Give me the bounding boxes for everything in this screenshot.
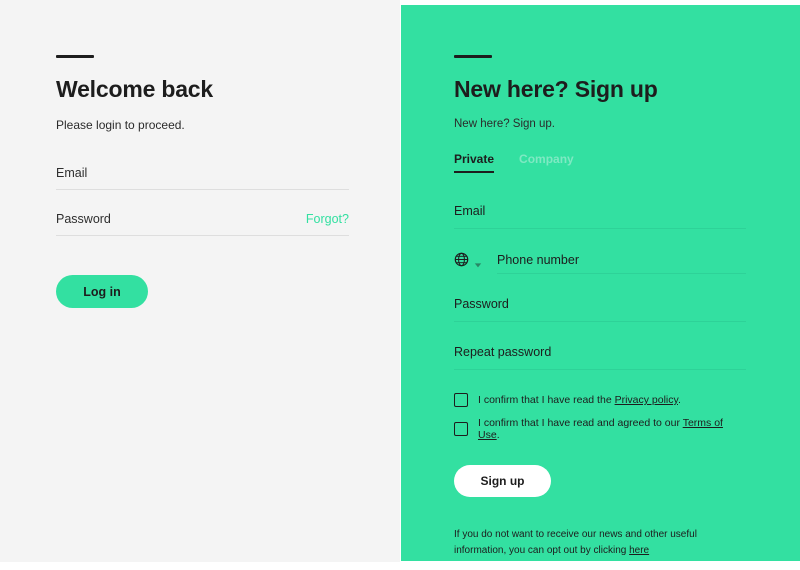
signup-email-field[interactable]: Email [454, 204, 746, 229]
terms-consent-text-after: . [496, 429, 500, 441]
tab-private[interactable]: Private [454, 152, 495, 173]
login-subtext: Please login to proceed. [56, 118, 185, 132]
terms-consent-text: I confirm that I have read and agreed to… [478, 417, 746, 441]
signup-subtext: New here? Sign up. [454, 118, 556, 130]
signup-account-type-tabs: Private Company [454, 152, 746, 173]
globe-icon[interactable] [454, 252, 469, 267]
login-email-row: Email [56, 166, 349, 189]
forgot-password-link[interactable]: Forgot? [306, 212, 349, 226]
signup-accent-dash [454, 55, 492, 58]
signup-password-label: Password [454, 297, 509, 311]
login-password-row: Password Forgot? [56, 212, 349, 235]
signup-email-label: Email [454, 204, 486, 218]
optout-notice: If you do not want to receive our news a… [454, 527, 739, 558]
login-password-field[interactable]: Password Forgot? [56, 212, 349, 236]
login-email-label: Email [56, 166, 88, 180]
signup-button[interactable]: Sign up [454, 465, 551, 497]
login-form: Welcome back Please login to proceed. Em… [56, 55, 349, 308]
signup-repeat-password-field[interactable]: Repeat password [454, 345, 746, 370]
signup-form: New here? Sign up New here? Sign up. Pri… [454, 55, 746, 568]
login-password-label: Password [56, 212, 111, 226]
login-email-field[interactable]: Email [56, 166, 349, 190]
signup-repeat-password-label: Repeat password [454, 345, 552, 359]
signup-email-underline [454, 228, 746, 229]
signup-panel: New here? Sign up New here? Sign up. Pri… [401, 5, 800, 561]
login-button[interactable]: Log in [56, 275, 148, 308]
privacy-policy-checkbox[interactable] [454, 393, 468, 407]
tab-company[interactable]: Company [519, 152, 574, 173]
optout-text-before: If you do not want to receive our news a… [454, 529, 697, 556]
signup-phone-row: Phone number [454, 252, 746, 273]
privacy-consent-text: I confirm that I have read the Privacy p… [478, 394, 681, 406]
optout-here-link[interactable]: here [629, 545, 649, 556]
privacy-consent-text-before: I confirm that I have read the [478, 394, 615, 406]
login-password-underline [56, 235, 349, 236]
login-panel: Welcome back Please login to proceed. Em… [0, 0, 400, 562]
signup-password-field[interactable]: Password [454, 297, 746, 322]
login-accent-dash [56, 55, 94, 58]
signup-password-underline [454, 321, 746, 322]
signup-repeat-password-underline [454, 369, 746, 370]
login-email-underline [56, 189, 349, 190]
signup-phone-underline [497, 273, 746, 274]
terms-consent-row[interactable]: I confirm that I have read and agreed to… [454, 417, 746, 441]
privacy-consent-row[interactable]: I confirm that I have read the Privacy p… [454, 393, 746, 407]
signup-heading: New here? Sign up [454, 76, 658, 102]
signup-phone-label: Phone number [497, 252, 580, 267]
terms-of-use-checkbox[interactable] [454, 422, 468, 436]
privacy-consent-text-after: . [677, 394, 681, 406]
login-heading: Welcome back [56, 76, 213, 102]
terms-consent-text-before: I confirm that I have read and agreed to… [478, 417, 683, 429]
privacy-policy-link[interactable]: Privacy policy [615, 394, 678, 406]
signup-phone-field[interactable]: Phone number [454, 252, 746, 274]
signin-signup-page: Welcome back Please login to proceed. Em… [0, 0, 800, 570]
chevron-down-icon[interactable] [474, 256, 482, 267]
